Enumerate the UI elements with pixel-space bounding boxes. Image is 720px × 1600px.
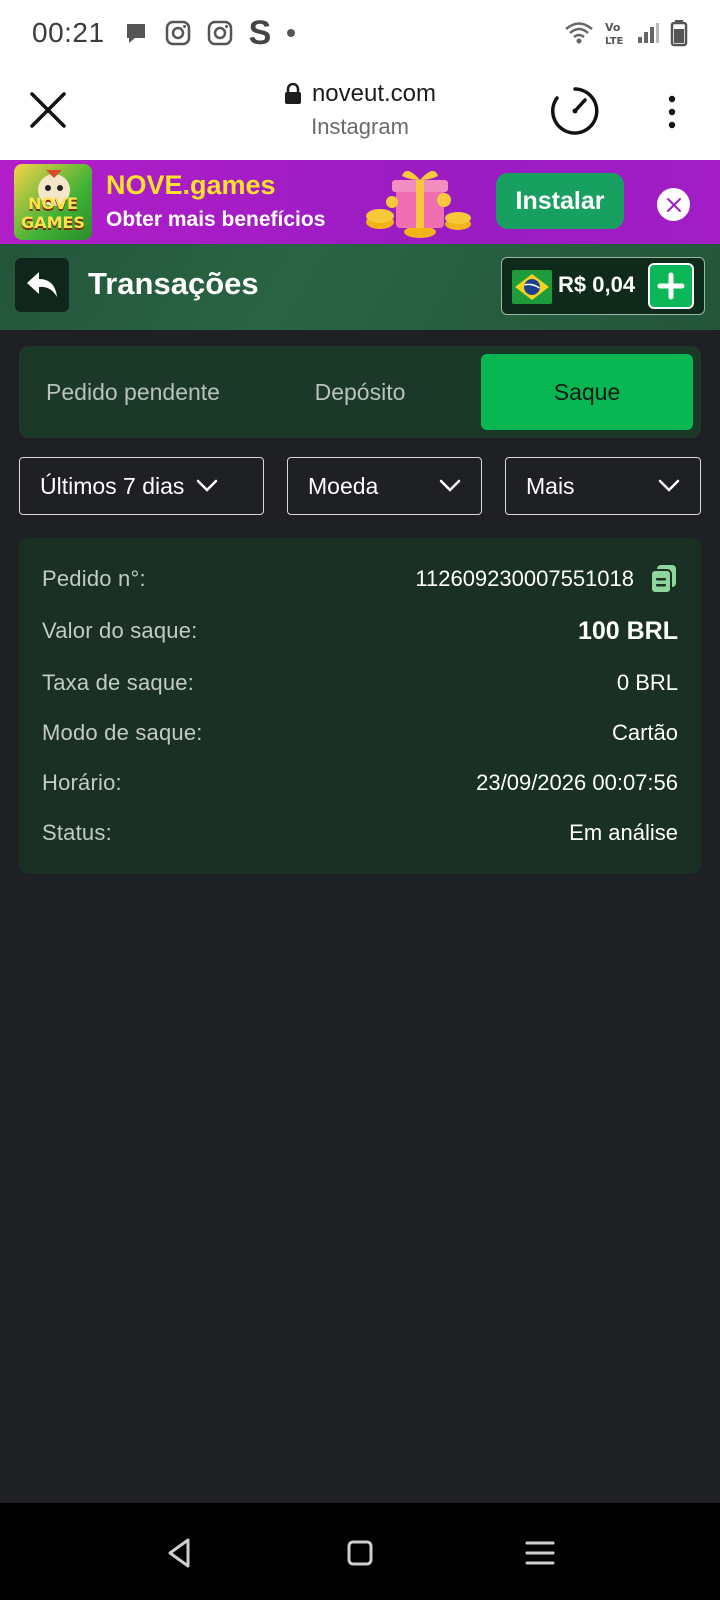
transaction-card: Pedido n°: 112609230007551018 Valor do s… (19, 538, 701, 874)
instagram-icon (207, 20, 232, 46)
period-filter-dropdown[interactable]: Últimos 7 dias (19, 457, 264, 515)
chevron-down-icon (439, 479, 461, 492)
time-label: Horário: (42, 770, 122, 795)
url-text: noveut.com (311, 80, 437, 107)
install-button[interactable]: Instalar (496, 173, 624, 229)
mode-label: Modo de saque: (42, 720, 203, 745)
amount-label: Valor do saque: (42, 618, 198, 643)
plus-icon (657, 272, 685, 300)
order-number-row: Pedido n°: 112609230007551018 (42, 562, 678, 596)
message-icon (126, 24, 145, 43)
page-header: Transações R$ 0,04 (0, 244, 720, 330)
status-time: 00:21 (32, 17, 105, 48)
battery-icon (670, 20, 688, 47)
status-row: Status: Em análise (42, 816, 678, 850)
instagram-icon (165, 20, 190, 46)
chevron-down-icon (658, 479, 680, 492)
banner-title: NOVE.games (106, 170, 276, 200)
fee-row: Taxa de saque: 0 BRL (42, 666, 678, 700)
mode-value: Cartão (611, 720, 678, 745)
order-number-value: 112609230007551018 (415, 566, 634, 591)
back-button[interactable] (15, 258, 69, 312)
close-icon[interactable] (26, 88, 70, 132)
chevron-down-icon (197, 479, 218, 492)
deposit-add-button[interactable] (648, 263, 694, 309)
time-value: 23/09/2026 00:07:56 (476, 770, 678, 795)
signal-icon (638, 23, 659, 43)
volte-icon: Vo LTE (605, 21, 624, 46)
address-bar[interactable]: noveut.com Instagram (180, 80, 540, 140)
back-arrow-icon (27, 272, 57, 297)
copy-icon[interactable] (650, 564, 678, 594)
timer-icon[interactable] (550, 86, 600, 136)
balance-amount: R$ 0,04 (558, 272, 636, 297)
tab-pending-order[interactable]: Pedido pendente (19, 354, 247, 430)
install-app-banner: NOVE GAMES NOVE.games Obter mais benefíc… (0, 160, 720, 244)
mode-row: Modo de saque: Cartão (42, 716, 678, 750)
status-label: Status: (42, 820, 112, 845)
more-filter-label: Mais (526, 472, 575, 499)
time-row: Horário: 23/09/2026 00:07:56 (42, 766, 678, 800)
s-letter-icon: S (248, 14, 272, 52)
browser-toolbar: noveut.com Instagram (0, 66, 720, 160)
wifi-icon (565, 22, 593, 44)
page-title: Transações (88, 266, 259, 301)
banner-subtitle: Obter mais benefícios (106, 208, 326, 231)
system-icons: Vo LTE (564, 19, 688, 47)
more-filter-dropdown[interactable]: Mais (505, 457, 701, 515)
balance-widget: R$ 0,04 (501, 257, 705, 315)
system-navigation-bar (0, 1503, 720, 1600)
nav-home-icon[interactable] (340, 1533, 380, 1573)
more-notifications-dot (287, 29, 296, 37)
tab-withdraw[interactable]: Saque (481, 354, 693, 430)
svg-text:Vo: Vo (605, 21, 621, 34)
nav-recents-icon[interactable] (520, 1533, 560, 1573)
app-logo: NOVE GAMES (14, 164, 92, 240)
amount-value: 100 BRL (577, 616, 678, 645)
fee-value: 0 BRL (616, 670, 678, 695)
close-icon (666, 197, 681, 212)
gift-coins-icon (366, 170, 471, 238)
banner-close-button[interactable] (657, 188, 690, 221)
currency-filter-label: Moeda (308, 472, 379, 499)
status-value: Em análise (569, 820, 678, 845)
transaction-tabs: Pedido pendente Depósito Saque (19, 346, 701, 438)
nav-back-icon[interactable] (160, 1533, 200, 1573)
more-options-icon[interactable] (656, 94, 688, 130)
period-filter-label: Últimos 7 dias (40, 472, 185, 499)
lock-icon (284, 83, 301, 104)
order-number-label: Pedido n°: (42, 566, 146, 591)
svg-text:LTE: LTE (605, 36, 624, 46)
status-bar: 00:21 S Vo LTE (0, 0, 720, 66)
tab-deposit[interactable]: Depósito (247, 354, 473, 430)
url-subtitle: Instagram (311, 114, 409, 139)
notification-icons: S (123, 16, 296, 50)
brazil-flag-icon (512, 270, 552, 304)
amount-row: Valor do saque: 100 BRL (42, 614, 678, 648)
app-logo-text: NOVE GAMES (21, 194, 85, 232)
fee-label: Taxa de saque: (42, 670, 195, 695)
currency-filter-dropdown[interactable]: Moeda (287, 457, 482, 515)
